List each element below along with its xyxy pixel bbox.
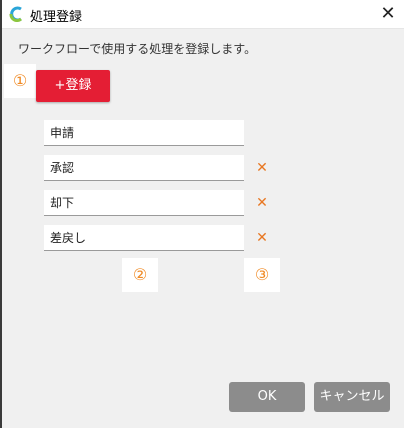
delete-icon-3[interactable]: ✕ — [254, 195, 270, 211]
app-logo-icon — [9, 6, 23, 22]
delete-icon-4[interactable]: ✕ — [254, 230, 270, 246]
process-field-3[interactable]: 却下 — [44, 190, 244, 216]
marker-1: ① — [4, 64, 36, 98]
title-bar: 処理登録 ✕ — [2, 0, 404, 29]
ok-button[interactable]: OK — [229, 382, 305, 412]
add-process-button[interactable]: +登録 — [36, 70, 110, 102]
process-field-1[interactable]: 申請 — [44, 120, 244, 146]
close-button[interactable]: ✕ — [374, 0, 402, 28]
process-field-4[interactable]: 差戻し — [44, 225, 244, 251]
cancel-button[interactable]: キャンセル — [314, 382, 390, 412]
window-title: 処理登録 — [30, 10, 83, 25]
delete-icon-2[interactable]: ✕ — [254, 160, 270, 176]
marker-2: ② — [122, 258, 158, 292]
marker-3: ③ — [244, 258, 280, 292]
process-field-2[interactable]: 承認 — [44, 155, 244, 181]
dialog-window: 処理登録 ✕ ワークフローで使用する処理を登録します。 ① +登録 申請 承認 … — [2, 0, 404, 428]
description-text: ワークフローで使用する処理を登録します。 — [18, 42, 257, 56]
